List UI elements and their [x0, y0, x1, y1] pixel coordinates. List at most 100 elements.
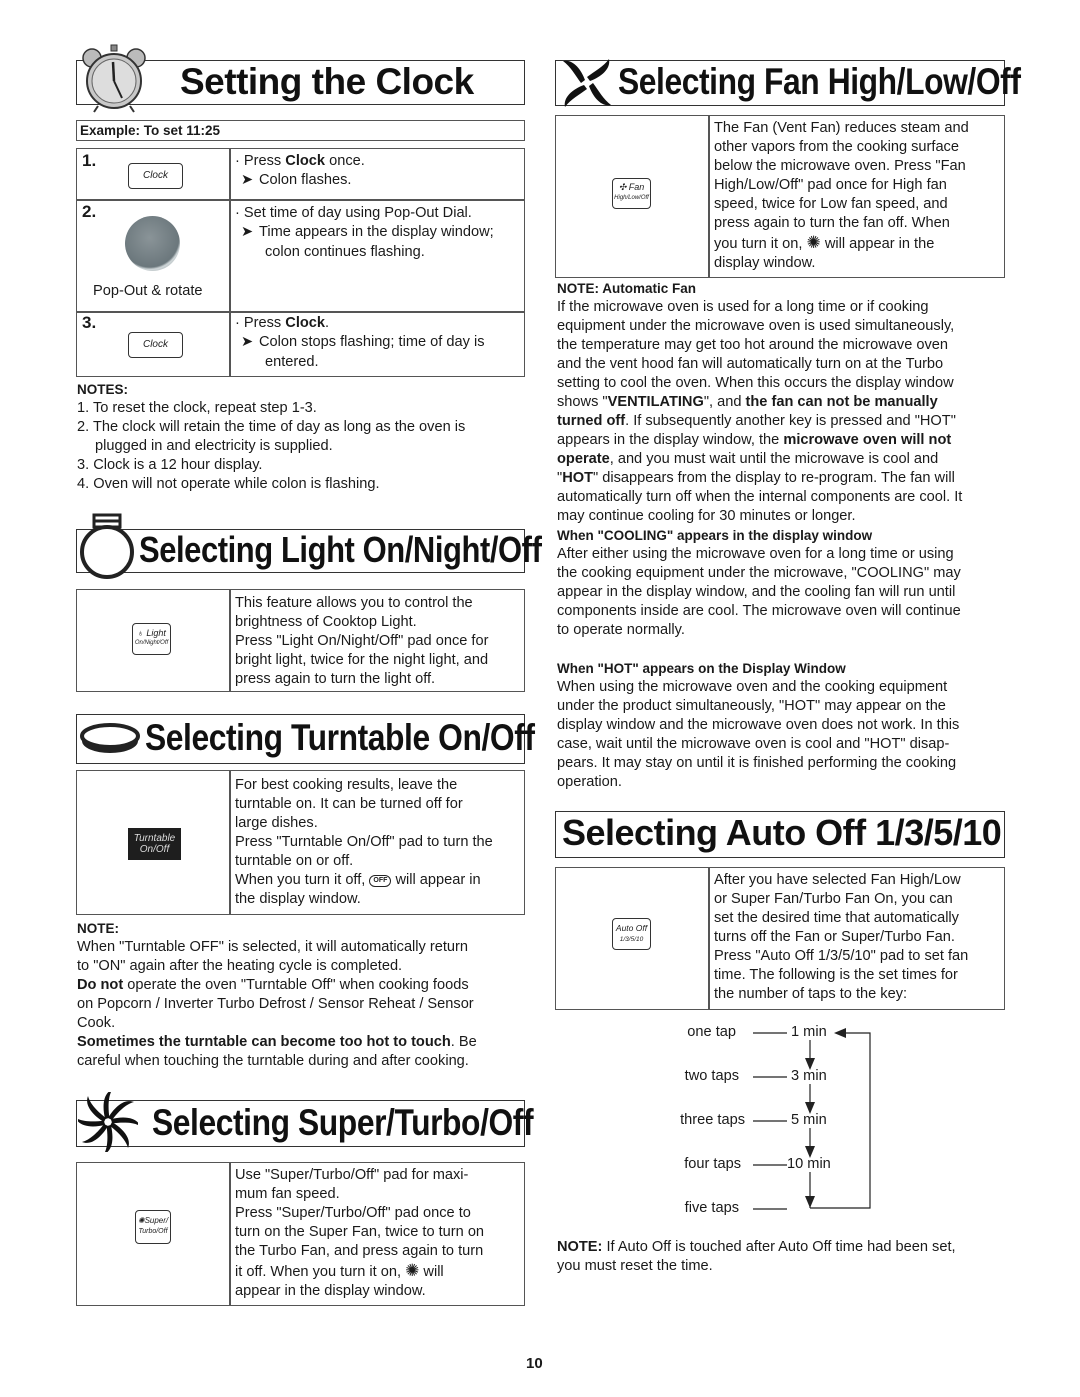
note-line: When using the microwave oven and the co…	[557, 679, 948, 695]
desc-line: time. The following is the set times for	[714, 967, 958, 983]
note-line: the temperature may get too hot around t…	[557, 337, 949, 353]
desc-line: the Turbo Fan, and press again to turn	[235, 1243, 484, 1259]
note-line: NOTE: If Auto Off is touched after Auto …	[557, 1238, 956, 1257]
note-bold: microwave oven will not	[783, 432, 952, 448]
note-line: operation.	[557, 774, 622, 790]
super-turbo-description: Use "Super/Turbo/Off" pad for maxi- mum …	[235, 1166, 484, 1301]
note-text: . Be	[450, 1034, 477, 1050]
note-line: turned off. If subsequently another key …	[557, 412, 962, 431]
step-number: 1.	[82, 151, 97, 170]
arrow-right-icon: ➤	[241, 172, 254, 188]
light-pad-line2: On/Night/Off	[134, 640, 169, 646]
auto-off-pad-line2: 1/3/5/10	[619, 936, 644, 943]
page-number: 10	[526, 1355, 543, 1372]
table-divider	[708, 116, 710, 277]
pop-out-dial[interactable]	[125, 216, 180, 271]
light-pad-line1: ♁ Light	[133, 627, 170, 639]
note-line: may continue cooling for 30 minutes or l…	[557, 508, 856, 524]
note-item-cont: plugged in and electricity is supplied.	[95, 438, 333, 454]
note-line: setting to cool the oven. When this occu…	[557, 375, 954, 391]
note-line: Do not operate the oven "Turntable Off" …	[77, 976, 477, 995]
step-result-cont: entered.	[265, 354, 319, 370]
desc-line: large dishes.	[235, 815, 318, 831]
arrow-down-icon	[805, 1102, 815, 1114]
automatic-fan-note: NOTE: Automatic Fan If the microwave ove…	[557, 279, 962, 526]
step-result-cont: colon continues flashing.	[265, 244, 425, 260]
desc-text: will appear in the	[824, 236, 935, 252]
arrow-right-icon: ➤	[241, 224, 254, 240]
desc-line: turntable on. It can be turned off for	[235, 796, 463, 812]
note-heading: When "COOLING" appears in the display wi…	[557, 528, 873, 543]
auto-off-title: Selecting Auto Off 1/3/5/10	[562, 812, 1002, 853]
result-text: Colon stops flashing; time of day is	[259, 334, 485, 350]
clock-notes: NOTES: 1. To reset the clock, repeat ste…	[77, 380, 465, 494]
step-result: ➤ Colon stops flashing; time of day is	[235, 333, 485, 352]
arrow-right-icon: ➤	[241, 334, 254, 350]
tap-label: two taps	[684, 1068, 739, 1084]
step-number: 3.	[82, 313, 97, 332]
turntable-description: For best cooking results, leave the turn…	[235, 776, 493, 909]
table-divider	[229, 771, 231, 914]
note-line: case, wait until the microwave oven is c…	[557, 736, 950, 752]
bulb-glyph-icon: ♁	[137, 628, 144, 638]
fan-indicator-icon: ✺	[806, 233, 821, 252]
table-divider	[708, 868, 710, 1009]
clock-pad-button[interactable]: Clock	[128, 332, 183, 358]
auto-off-pad-button[interactable]: Auto Off 1/3/5/10	[612, 918, 651, 950]
desc-line: When you turn it off, OFF will appear in	[235, 871, 493, 890]
arrow-down-icon	[805, 1058, 815, 1070]
note-item: 1. To reset the clock, repeat step 1-3.	[77, 400, 317, 416]
cooling-note: When "COOLING" appears in the display wi…	[557, 526, 961, 640]
tap-cycle-arrows	[753, 1028, 871, 1210]
notes-heading: NOTES:	[77, 382, 129, 397]
tap-label: four taps	[684, 1156, 741, 1172]
desc-line: Press "Auto Off 1/3/5/10" pad to set fan	[714, 948, 969, 964]
table-divider	[229, 149, 231, 376]
note-bold: VENTILATING	[607, 394, 704, 410]
fan-icon	[563, 59, 611, 107]
clock-example-label: Example: To set 11:25	[80, 123, 221, 138]
clock-pad-button[interactable]: Clock	[128, 163, 183, 189]
turbo-fan-icon	[78, 1092, 138, 1152]
note-line: Cook.	[77, 1015, 116, 1031]
pad-label: Super/	[144, 1216, 169, 1225]
desc-line: mum fan speed.	[235, 1186, 340, 1202]
note-text: ", and	[703, 394, 746, 410]
step-bullet: · Press Clock.	[235, 315, 330, 331]
desc-line: the display window.	[235, 891, 361, 907]
light-bulb-icon	[80, 513, 134, 579]
note-text: . If subsequently another key is pressed…	[625, 413, 956, 429]
turntable-title: Selecting Turntable On/Off	[145, 717, 535, 758]
desc-line: press again to turn the light off.	[235, 671, 436, 687]
auto-off-note: NOTE: If Auto Off is touched after Auto …	[557, 1238, 956, 1276]
step-number: 2.	[82, 202, 97, 221]
bullet-text: Press	[243, 153, 286, 169]
note-line: If the microwave oven is used for a long…	[557, 299, 929, 315]
light-title: Selecting Light On/Night/Off	[139, 529, 542, 570]
alarm-clock-icon	[82, 44, 146, 113]
fan-pad-button[interactable]: ✣ Fan High/Low/Off	[612, 178, 651, 209]
desc-line: For best cooking results, leave the	[235, 777, 458, 793]
note-line: When "Turntable OFF" is selected, it wil…	[77, 939, 469, 955]
turntable-pad-button[interactable]: Turntable On/Off	[128, 828, 181, 860]
table-row-line	[77, 311, 524, 313]
turntable-pad-line1: Turntable	[133, 833, 176, 844]
note-line: careful when touching the turntable duri…	[77, 1053, 469, 1069]
bullet-bold: Clock	[285, 153, 326, 169]
note-line: appear in the display window, and the co…	[557, 584, 956, 600]
arrow-down-icon	[805, 1146, 815, 1158]
turbo-fan-indicator-icon: ✺	[405, 1261, 420, 1280]
light-pad-button[interactable]: ♁ Light On/Night/Off	[132, 623, 171, 655]
desc-line: This feature allows you to control the	[235, 595, 473, 611]
note-line: you must reset the time.	[557, 1258, 713, 1274]
note-bold: turned off	[557, 413, 626, 429]
return-arrow-line	[810, 1032, 871, 1209]
note-item: 2. The clock will retain the time of day…	[77, 419, 466, 435]
bullet-text: once.	[325, 153, 365, 169]
note-bold: Do not	[77, 977, 124, 993]
super-turbo-pad-button[interactable]: ✺Super/ Turbo/Off	[135, 1210, 171, 1244]
desc-line: press again to turn the fan off. When	[714, 215, 950, 231]
super-turbo-pad-line2: Turbo/Off	[138, 1228, 168, 1235]
desc-line: Press "Turntable On/Off" pad to turn the	[235, 834, 493, 850]
note-item: 4. Oven will not operate while colon is …	[77, 476, 380, 492]
